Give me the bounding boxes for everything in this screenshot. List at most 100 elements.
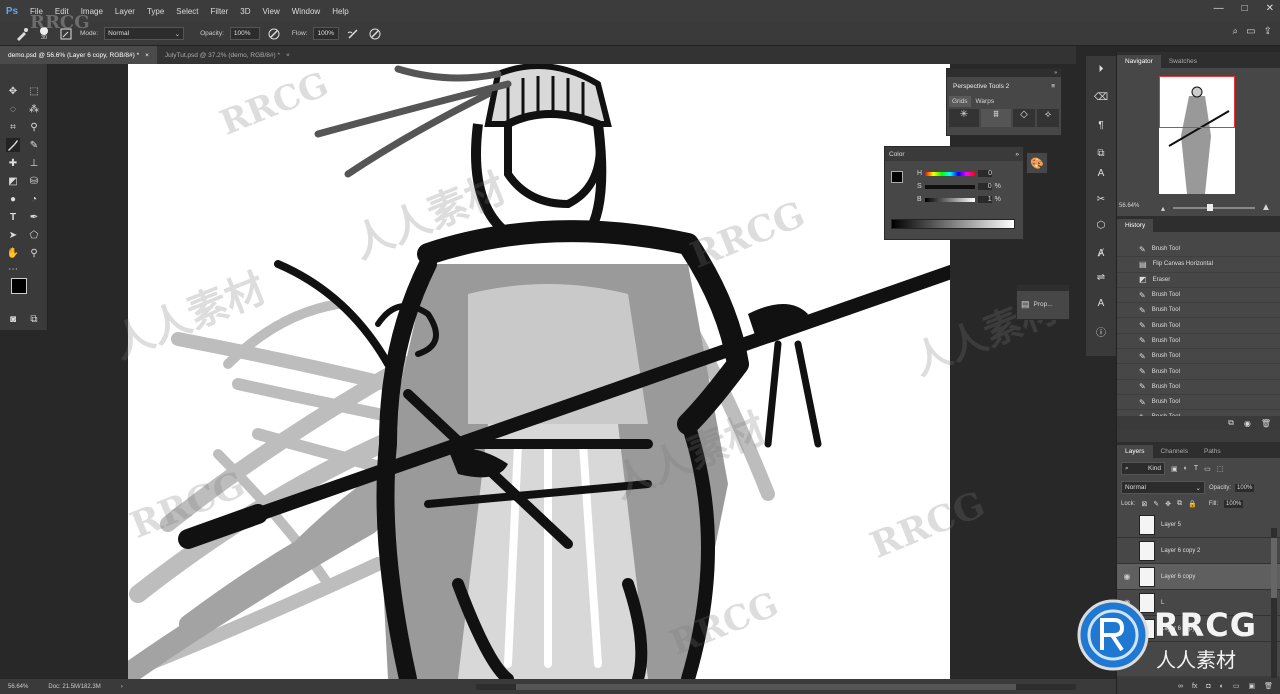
maximize-button[interactable]: □ xyxy=(1242,3,1248,14)
history-item[interactable]: ✎ Brush Tool xyxy=(1117,364,1280,380)
collapse-icon[interactable]: » xyxy=(1054,70,1057,76)
hue-value[interactable]: 0 xyxy=(978,170,993,177)
grid-three-point-icon[interactable]: ⟡ xyxy=(1037,109,1059,127)
menu-filter[interactable]: Filter xyxy=(205,7,235,16)
share-icon[interactable]: ⇪ xyxy=(1264,26,1272,37)
pressure-opacity-icon[interactable] xyxy=(266,26,282,42)
blur-tool-icon[interactable]: ● xyxy=(6,192,20,206)
history-item[interactable]: ✎ Brush Tool xyxy=(1117,334,1280,350)
history-item[interactable]: ✎ Brush Tool xyxy=(1117,380,1280,395)
history-item[interactable]: ✎ Brush Tool xyxy=(1117,395,1280,411)
zoom-slider-thumb[interactable] xyxy=(1206,204,1213,211)
tab-navigator[interactable]: Navigator xyxy=(1117,55,1161,68)
clone-stamp-tool-icon[interactable]: ⊥ xyxy=(27,156,41,170)
lock-transparent-icon[interactable]: ⊠ xyxy=(1141,500,1147,508)
saturation-value[interactable]: 0 xyxy=(977,183,992,190)
snapshot-icon[interactable]: ◉ xyxy=(1244,419,1251,428)
color-ramp[interactable] xyxy=(891,219,1015,229)
layer-opacity-value[interactable]: 100% xyxy=(1235,483,1255,492)
actions-icon[interactable]: ⏵ xyxy=(1094,62,1108,76)
hue-slider[interactable] xyxy=(925,171,976,176)
status-arrow-icon[interactable]: › xyxy=(121,684,123,690)
tab-channels[interactable]: Channels xyxy=(1153,445,1196,458)
screen-mode-icon[interactable]: ⧉ xyxy=(27,312,41,326)
tab-paths[interactable]: Paths xyxy=(1196,445,1229,458)
color-fg-swatch[interactable] xyxy=(891,171,903,183)
shape-tool-icon[interactable]: ⬠ xyxy=(27,228,41,242)
marquee-tool-icon[interactable]: ⬚ xyxy=(27,84,41,98)
saturation-slider[interactable] xyxy=(924,184,975,189)
pencil-tool-icon[interactable]: ✎ xyxy=(27,138,41,152)
lock-artboard-icon[interactable]: ⧉ xyxy=(1177,500,1182,508)
paragraph-icon[interactable]: ¶ xyxy=(1094,118,1108,132)
trash-icon[interactable]: 🗑 xyxy=(1261,419,1271,428)
pressure-size-icon[interactable] xyxy=(367,26,383,42)
brightness-value[interactable]: 1 xyxy=(977,196,992,203)
tab-swatches[interactable]: Swatches xyxy=(1161,55,1205,68)
navigator-zoom-slider[interactable] xyxy=(1173,204,1255,211)
brightness-slider[interactable] xyxy=(924,197,975,202)
history-item[interactable]: ◩ Eraser xyxy=(1117,273,1280,288)
lock-position-icon[interactable]: ✥ xyxy=(1165,500,1171,508)
layer-row[interactable]: Layer 5 xyxy=(1117,512,1280,538)
visibility-eye-icon[interactable]: ◉ xyxy=(1121,572,1133,581)
adjustments-icon[interactable]: ⇌ xyxy=(1094,270,1108,284)
lock-all-icon[interactable]: 🔒 xyxy=(1188,500,1197,508)
search-icon[interactable]: ⌕ xyxy=(1233,26,1239,37)
grid-one-point-icon[interactable]: ⩩ xyxy=(981,109,1011,127)
status-zoom[interactable]: 56.64% xyxy=(8,684,28,690)
navigator-view-box[interactable] xyxy=(1159,76,1235,128)
eraser-tool-icon[interactable]: ◩ xyxy=(6,174,20,188)
navigator-thumbnail[interactable] xyxy=(1159,76,1235,194)
menu-3d[interactable]: 3D xyxy=(234,7,256,16)
history-item[interactable]: ✎ Brush Tool xyxy=(1117,288,1280,304)
menu-type[interactable]: Type xyxy=(141,7,170,16)
filter-shape-icon[interactable]: ▭ xyxy=(1204,465,1211,473)
lock-image-icon[interactable]: ✎ xyxy=(1153,500,1159,508)
pen-tool-icon[interactable]: ✒ xyxy=(27,210,41,224)
layer-filter-dropdown[interactable]: ⌕ Kind xyxy=(1121,462,1165,475)
tab-history[interactable]: History xyxy=(1117,219,1154,232)
canvas-horizontal-scrollbar[interactable] xyxy=(476,683,1076,690)
new-document-from-state-icon[interactable]: ⧉ xyxy=(1228,418,1234,428)
3d-icon[interactable]: ⬡ xyxy=(1094,218,1108,232)
properties-button[interactable]: ▤ Prop... xyxy=(1017,291,1069,318)
opacity-field[interactable]: 100% xyxy=(229,27,260,40)
quick-select-tool-icon[interactable]: ⁂ xyxy=(27,102,41,116)
tab-grids[interactable]: Grids xyxy=(949,96,971,107)
menu-layer[interactable]: Layer xyxy=(109,7,141,16)
character-icon[interactable]: A xyxy=(1094,166,1108,180)
history-item[interactable]: ▤ Flip Canvas Horizontal xyxy=(1117,257,1280,273)
zoom-tool-icon[interactable]: ⚲ xyxy=(27,246,41,260)
scrollbar-thumb[interactable] xyxy=(516,683,1016,690)
more-tools-icon[interactable]: ⋯ xyxy=(6,262,20,276)
tab-warps[interactable]: Warps xyxy=(973,96,998,107)
close-icon[interactable]: × xyxy=(145,52,149,59)
info-icon[interactable]: ⓘ xyxy=(1094,324,1108,339)
color-panel-header[interactable]: Color » xyxy=(885,147,1023,161)
menu-view[interactable]: View xyxy=(257,7,286,16)
fill-value[interactable]: 100% xyxy=(1224,500,1244,508)
history-item[interactable]: ✎ Brush Tool xyxy=(1117,303,1280,319)
close-icon[interactable]: × xyxy=(286,52,290,59)
grid-radial-icon[interactable]: ✳ xyxy=(949,109,979,127)
tool-presets-icon[interactable]: ✂ xyxy=(1094,192,1108,206)
layer-name[interactable]: Layer 5 xyxy=(1161,522,1181,528)
mode-dropdown[interactable]: Normal ⌄ xyxy=(104,27,185,40)
filter-type-icon[interactable]: T xyxy=(1194,465,1198,472)
zoom-in-icon[interactable]: ▲ xyxy=(1261,202,1271,213)
dodge-tool-icon[interactable]: ◔ xyxy=(27,192,41,206)
panel-menu-icon[interactable]: ≡ xyxy=(1051,83,1055,90)
lasso-tool-icon[interactable]: ◌ xyxy=(6,102,20,116)
canvas-artboard[interactable] xyxy=(128,64,950,679)
clone-source-icon[interactable]: ⧉ xyxy=(1094,146,1108,160)
menu-help[interactable]: Help xyxy=(326,7,354,16)
layer-name[interactable]: Layer 6 copy xyxy=(1161,574,1195,580)
grid-two-point-icon[interactable]: ◇ xyxy=(1013,109,1035,127)
brush-preset-icon[interactable] xyxy=(14,26,30,42)
zoom-out-icon[interactable]: ▴ xyxy=(1161,204,1165,213)
minimize-button[interactable]: — xyxy=(1214,3,1224,14)
workspace-icon[interactable]: ▭ xyxy=(1246,26,1255,37)
brush-tool-icon[interactable] xyxy=(6,138,20,152)
history-item[interactable]: ✎ Brush Tool xyxy=(1117,242,1280,258)
